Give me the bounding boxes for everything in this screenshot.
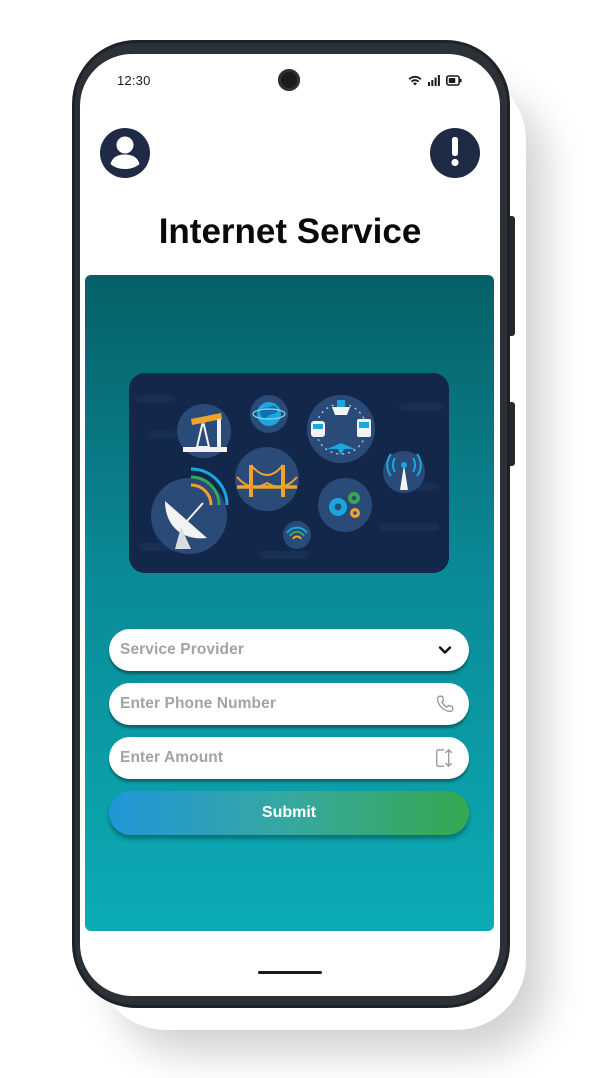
wifi-signal-icon <box>283 521 311 549</box>
status-icons <box>408 73 462 91</box>
bridge-icon <box>235 447 299 511</box>
globe-icon <box>250 395 288 433</box>
service-panel: Service Provider Enter Phone Number Ente… <box>85 275 494 931</box>
transport-network-icon <box>307 395 375 463</box>
service-provider-label: Service Provider <box>120 641 244 658</box>
profile-button[interactable] <box>100 128 150 178</box>
amount-placeholder: Enter Amount <box>120 749 224 766</box>
page-title: Internet Service <box>158 212 422 251</box>
phone-number-placeholder: Enter Phone Number <box>120 695 276 712</box>
network-infrastructure-illustration <box>129 373 449 573</box>
status-time: 12:30 <box>117 73 151 88</box>
profile-icon <box>100 126 150 181</box>
wifi-icon <box>408 73 422 91</box>
status-bar: 12:30 <box>80 54 500 106</box>
battery-icon <box>446 73 462 91</box>
phone-number-input[interactable]: Enter Phone Number <box>109 683 469 725</box>
alert-icon <box>430 126 480 181</box>
amount-stepper-icon <box>433 746 457 770</box>
front-camera <box>278 69 300 91</box>
satellite-dish-icon <box>151 467 229 554</box>
volume-button <box>510 216 515 336</box>
stage: 12:30 Internet Service Service Provider … <box>0 0 606 1078</box>
phone-icon <box>433 692 457 716</box>
oil-pump-icon <box>177 404 231 458</box>
service-provider-select[interactable]: Service Provider <box>109 629 469 671</box>
chevron-down-icon <box>433 638 457 662</box>
signal-icon <box>428 73 440 91</box>
amount-input[interactable]: Enter Amount <box>109 737 469 779</box>
gears-icon <box>318 478 372 532</box>
power-button <box>510 402 515 466</box>
alert-button[interactable] <box>430 128 480 178</box>
cell-tower-icon <box>383 451 425 493</box>
phone-screen: 12:30 Internet Service Service Provider … <box>80 54 500 996</box>
home-indicator[interactable] <box>258 971 322 974</box>
submit-button[interactable]: Submit <box>109 791 469 835</box>
